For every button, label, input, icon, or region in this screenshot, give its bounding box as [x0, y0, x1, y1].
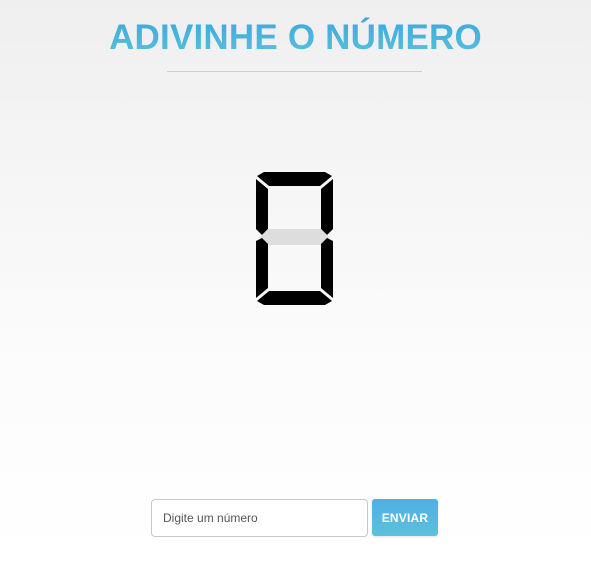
seven-segment-display	[256, 172, 333, 305]
page-title: ADIVINHE O NÚMERO	[0, 14, 591, 62]
title-divider	[167, 71, 422, 72]
segment-d	[257, 291, 332, 305]
digit-svg	[256, 172, 333, 305]
segment-f	[256, 179, 268, 235]
segment-g	[259, 229, 330, 245]
segment-a	[257, 172, 332, 186]
segment-e	[256, 238, 268, 298]
segment-c	[321, 238, 333, 298]
segment-b	[321, 179, 333, 235]
send-button[interactable]: ENVIAR	[372, 499, 438, 536]
guess-form: ENVIAR	[151, 499, 441, 537]
number-input[interactable]	[151, 499, 368, 537]
